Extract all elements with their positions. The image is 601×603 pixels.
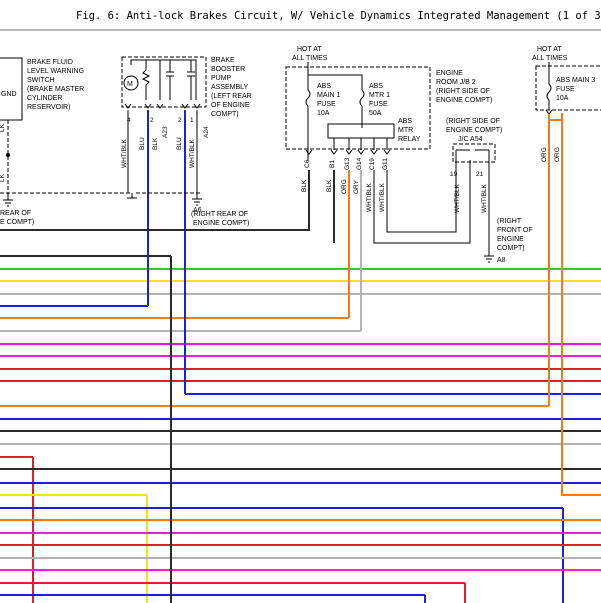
jb-pin-g11: G11: [382, 158, 389, 170]
lead-wires: [0, 110, 601, 496]
jc-wire-1: WHT/BLK: [454, 183, 461, 213]
fuse3-hot-line-1: HOT AT: [537, 46, 562, 53]
relay-line-1: ABS: [398, 118, 412, 125]
ground-a8-line-4: COMPT): [497, 245, 525, 252]
brake-booster-pump: M 4 2 A23 2 1 A24 WHT/BLK BLU BLK BLU WH…: [121, 56, 252, 194]
pump-label-line-3: PUMP: [211, 75, 232, 82]
pump-pin-3: A23: [162, 126, 169, 138]
jb-hot-line-2: ALL TIMES: [292, 55, 328, 62]
jb-pin-c19: C19: [369, 158, 376, 170]
fuse1-line-3: FUSE: [317, 101, 336, 108]
pump-pin-2: 2: [150, 117, 154, 124]
abs-mtr-relay-box: [327, 123, 395, 139]
fuse2-line-3: FUSE: [369, 101, 388, 108]
pump-wire-4: BLU: [176, 137, 183, 150]
jb-wire-4: GRY: [353, 179, 360, 194]
fuse1-line-4: 10A: [317, 110, 330, 117]
ground-left: REAR OF E COMPT): [0, 193, 137, 226]
fuse3-orange-junction: [548, 113, 563, 121]
ground-a8: (RIGHT FRONT OF ENGINE COMPT) A8: [484, 218, 533, 264]
fuse1-line-2: MAIN 1: [317, 92, 340, 99]
ground-a6: A6 (RIGHT REAR OF ENGINE COMPT): [191, 193, 249, 227]
switch-wire-label: LK: [0, 123, 6, 132]
pump-pin-1: 4: [127, 117, 131, 124]
pump-label-line-2: BOOSTER: [211, 66, 245, 73]
jb-wire-3: ORG: [341, 179, 348, 194]
jc-line-2: ENGINE COMPT): [446, 127, 502, 134]
jb-pin-g13: G13: [344, 157, 351, 170]
jc-pin-19: 19: [450, 171, 458, 178]
jb-wire-2: BLK: [326, 179, 333, 192]
switch-label-line-6: RESERVOIR): [27, 104, 70, 111]
wire-wht-jb-2: [386, 160, 457, 233]
fuse-abs-main1-icon: [305, 89, 311, 107]
fuse3-wire-1: ORG: [541, 147, 548, 162]
pump-pin-6: A24: [203, 126, 210, 138]
ground-a8-line-2: FRONT OF: [497, 227, 533, 234]
jc-line-3: J/C A54: [458, 136, 483, 143]
pump-wire-2: BLU: [139, 137, 146, 150]
ground-a6-line-1: (RIGHT REAR OF: [191, 211, 248, 218]
jb-pin-c6: C6: [304, 159, 311, 168]
jc-pin-21: 21: [476, 171, 484, 178]
jb-pin-g14: G14: [356, 157, 363, 170]
jb-pin-b1: B1: [329, 160, 336, 168]
switch-label-line-2: LEVEL WARNING: [27, 68, 84, 75]
ground-a6-line-2: ENGINE COMPT): [193, 220, 249, 227]
fuse3-line-1: ABS MAIN 3: [556, 77, 595, 84]
switch-gnd-label: GND: [1, 91, 17, 98]
wire-orange-fuse3-b: [561, 113, 601, 496]
fuse3-line-3: 10A: [556, 95, 569, 102]
fuse2-line-2: MTR 1: [369, 92, 390, 99]
jb-wire-6: WHT/BLK: [379, 182, 386, 212]
pump-label-line-5: (LEFT REAR: [211, 93, 252, 100]
pump-wire-1: WHT/BLK: [121, 138, 128, 168]
pump-wire-3: BLK: [152, 137, 159, 150]
pump-label-line-4: ASSEMBLY: [211, 84, 249, 91]
fuse2-line-1: ABS: [369, 83, 383, 90]
motor-label: M: [127, 81, 133, 88]
jc-line-1: (RIGHT SIDE OF: [446, 118, 500, 125]
switch-label-line-1: BRAKE FLUID: [27, 59, 73, 66]
jc-wire-2: WHT/BLK: [481, 183, 488, 213]
pump-pin-5: 1: [190, 117, 194, 124]
pump-label-line-6: OF ENGINE: [211, 102, 250, 109]
fuse3-hot-line-2: ALL TIMES: [532, 55, 568, 62]
abs-main3-fuse: HOT AT ALL TIMES ABS MAIN 3 FUSE 10A ORG…: [532, 46, 601, 162]
wire-black-jb: [0, 170, 310, 231]
pump-pin-4: 2: [178, 117, 182, 124]
jb-label-line-2: ROOM J/B 2: [436, 79, 476, 86]
pump-label-line-7: COMPT): [211, 111, 239, 118]
fuse3-wire-2: ORG: [554, 147, 561, 162]
fuse1-line-1: ABS: [317, 83, 331, 90]
jb-hot-line-1: HOT AT: [297, 46, 322, 53]
jb-label-line-1: ENGINE: [436, 70, 463, 77]
ground-a8-line-1: (RIGHT: [497, 218, 522, 225]
relay-line-3: RELAY: [398, 136, 421, 143]
ground-left-line-1: REAR OF: [0, 210, 31, 217]
fuse2-line-4: 50A: [369, 110, 382, 117]
ground-left-line-2: E COMPT): [0, 219, 34, 226]
pump-label-line-1: BRAKE: [211, 57, 235, 64]
fuse3-line-2: FUSE: [556, 86, 575, 93]
jb-label-line-4: ENGINE COMPT): [436, 97, 492, 104]
wiring-diagram: Fig. 6: Anti-lock Brakes Circuit, W/ Veh…: [0, 10, 601, 603]
switch-label-line-5: CYLINDER: [27, 95, 62, 102]
jb-wire-1: BLK: [301, 179, 308, 192]
switch-label-line-3: SWITCH: [27, 77, 55, 84]
ground-a8-line-3: ENGINE: [497, 236, 524, 243]
pump-wire-5: WHT/BLK: [189, 138, 196, 168]
brake-fluid-level-switch: GND LK LK BRAKE FLUID LEVEL WARNING SWIT…: [0, 57, 132, 200]
diagram-title: Fig. 6: Anti-lock Brakes Circuit, W/ Veh…: [76, 10, 601, 22]
ground-a8-id: A8: [497, 257, 506, 264]
switch-label-line-4: (BRAKE MASTER: [27, 86, 84, 93]
fuse-abs-main3-icon: [546, 83, 552, 101]
jb-label-line-3: (RIGHT SIDE OF: [436, 88, 490, 95]
bus-wires: [0, 255, 601, 603]
junction-connector-a54: (RIGHT SIDE OF ENGINE COMPT) J/C A54 19 …: [446, 118, 502, 213]
relay-line-2: MTR: [398, 127, 413, 134]
fuse-abs-mtr1-icon: [359, 89, 365, 107]
switch-wire-label-2: LK: [0, 173, 6, 182]
jb-wire-5: WHT/BLK: [366, 182, 373, 212]
